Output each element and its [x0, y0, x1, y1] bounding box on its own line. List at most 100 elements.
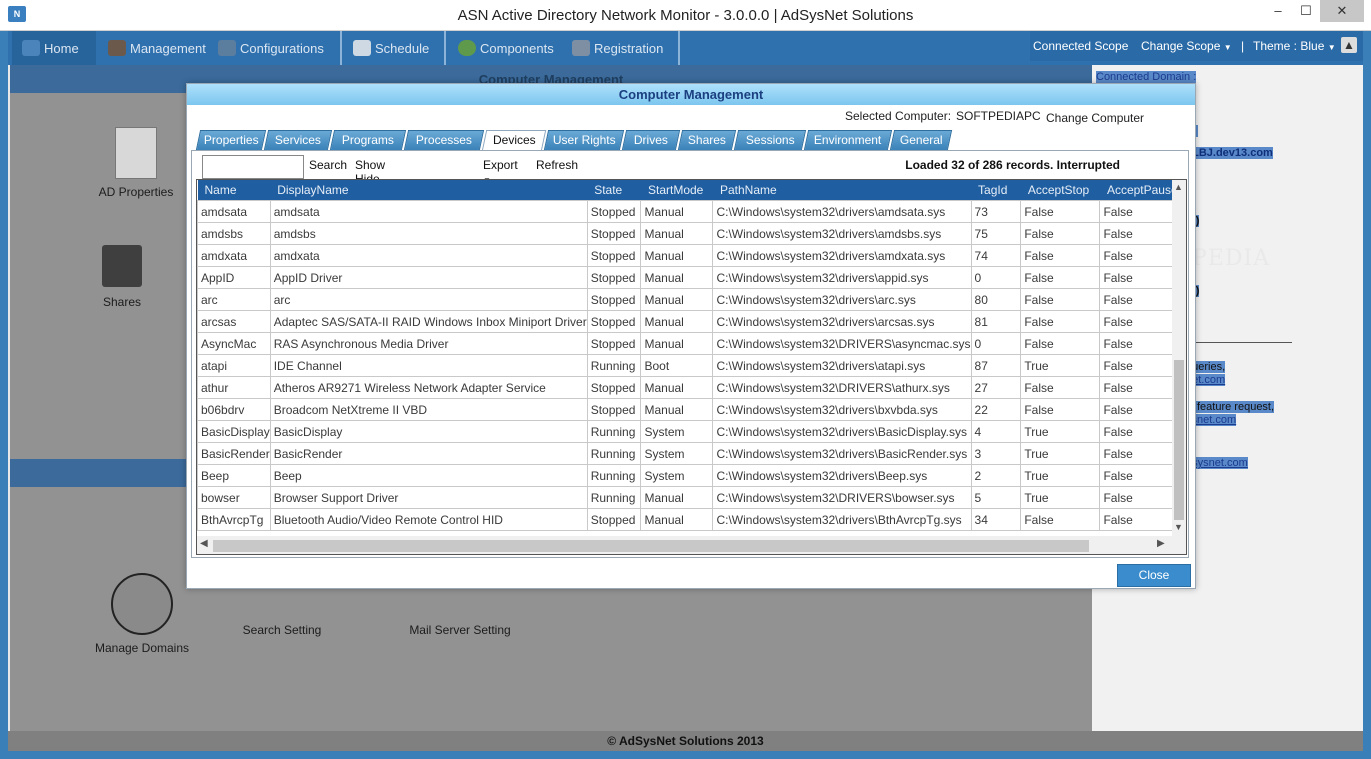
table-cell: False: [1020, 222, 1101, 245]
table-cell: System: [640, 464, 714, 487]
tab-shares[interactable]: Shares: [677, 130, 737, 150]
table-cell: BasicDisplay: [197, 420, 271, 443]
close-button[interactable]: Close: [1117, 564, 1191, 587]
table-cell: Running: [586, 354, 642, 377]
table-row[interactable]: arcsas Adaptec SAS/SATA-II RAID Windows I…: [197, 310, 1186, 333]
nav-separator: [444, 31, 446, 65]
shares-tile[interactable]: Shares: [82, 245, 162, 309]
table-cell: athur: [197, 376, 271, 399]
change-scope-dropdown[interactable]: Change Scope ▼: [1141, 31, 1232, 61]
scroll-right-icon[interactable]: ▶: [1157, 538, 1165, 549]
column-header[interactable]: DisplayName: [270, 180, 588, 201]
table-cell: C:\Windows\system32\drivers\amdsata.sys: [712, 200, 972, 223]
nav-registration-label: Registration: [594, 41, 664, 56]
table-cell: 81: [970, 310, 1022, 333]
vertical-scroll-thumb[interactable]: [1174, 360, 1184, 520]
vertical-scrollbar[interactable]: ▲ ▼: [1172, 180, 1186, 536]
title-bar: N ASN Active Directory Network Monitor -…: [0, 0, 1371, 31]
table-row[interactable]: b06bdrv Broadcom NetXtreme II VBD Stopped M…: [197, 398, 1186, 421]
table-cell: 75: [970, 222, 1022, 245]
scroll-up-icon[interactable]: ▲: [1341, 37, 1357, 53]
search-setting-tile[interactable]: Search Setting: [232, 623, 332, 637]
nav-management[interactable]: Management: [98, 31, 214, 65]
table-row[interactable]: Beep Beep Running System C:\Windows\system32…: [197, 464, 1186, 487]
table-row[interactable]: athur Atheros AR9271 Wireless Network Ada…: [197, 376, 1186, 399]
tab-sessions[interactable]: Sessions: [733, 130, 807, 150]
ad-properties-tile[interactable]: AD Properties: [88, 127, 184, 199]
column-header[interactable]: StartMode: [640, 180, 713, 201]
column-header[interactable]: PathName: [712, 180, 972, 201]
manage-domains-tile[interactable]: Manage Domains: [88, 573, 196, 655]
domain-name: 8LBJ.dev13.com: [1186, 147, 1273, 159]
table-cell: RAS Asynchronous Media Driver: [269, 332, 588, 355]
table-row[interactable]: amdsata amdsata Stopped Manual C:\Windows\sy…: [197, 200, 1186, 223]
nav-components[interactable]: Components: [448, 31, 560, 65]
tab-devices[interactable]: Devices: [481, 130, 547, 151]
search-button[interactable]: Search: [309, 158, 347, 172]
table-row[interactable]: amdxata amdxata Stopped Manual C:\Windows\sy…: [197, 244, 1186, 267]
table-row[interactable]: AppID AppID Driver Stopped Manual C:\Windows…: [197, 266, 1186, 289]
maximize-button[interactable]: ☐: [1292, 0, 1320, 22]
scroll-left-icon[interactable]: ◀: [200, 538, 208, 549]
table-cell: C:\Windows\system32\drivers\amdsbs.sys: [712, 222, 972, 245]
table-cell: 4: [970, 420, 1022, 443]
table-row[interactable]: BthAvrcpTg Bluetooth Audio/Video Remote C…: [197, 508, 1186, 531]
table-cell: False: [1020, 244, 1101, 267]
tab-processes[interactable]: Processes: [403, 130, 485, 150]
table-cell: amdxata: [269, 244, 588, 267]
column-header[interactable]: Name: [197, 180, 271, 201]
nav-management-label: Management: [130, 41, 206, 56]
table-row[interactable]: AsyncMac RAS Asynchronous Media Driver Sto…: [197, 332, 1186, 355]
grid-body: amdsata amdsata Stopped Manual C:\Windows\sy…: [197, 200, 1186, 531]
main-navbar: Home Management Configurations Schedule …: [8, 31, 1363, 65]
window-close-button[interactable]: ✕: [1320, 0, 1364, 22]
table-cell: Beep: [197, 464, 271, 487]
minimize-button[interactable]: –: [1264, 0, 1292, 22]
tab-programs[interactable]: Programs: [329, 130, 407, 150]
nav-configurations[interactable]: Configurations: [208, 31, 338, 65]
horizontal-scrollbar[interactable]: ◀ ▶: [197, 536, 1186, 554]
table-row[interactable]: bowser Browser Support Driver Running Manua…: [197, 486, 1186, 509]
table-cell: C:\Windows\system32\drivers\amdxata.sys: [712, 244, 972, 267]
table-cell: C:\Windows\system32\drivers\bxvbda.sys: [712, 398, 972, 421]
tab-properties[interactable]: Properties: [195, 130, 267, 150]
refresh-button[interactable]: Refresh: [536, 158, 578, 172]
nav-schedule[interactable]: Schedule: [343, 31, 443, 65]
table-cell: C:\Windows\system32\drivers\atapi.sys: [712, 354, 972, 377]
table-cell: Running: [586, 464, 642, 487]
tab-services[interactable]: Services: [263, 130, 333, 150]
scroll-up-icon[interactable]: ▲: [1174, 182, 1183, 192]
nav-components-label: Components: [480, 41, 554, 56]
theme-dropdown[interactable]: Theme : Blue ▼: [1253, 31, 1336, 61]
table-row[interactable]: amdsbs amdsbs Stopped Manual C:\Windows\syst…: [197, 222, 1186, 245]
scroll-down-icon[interactable]: ▼: [1174, 522, 1183, 532]
header-row: Name DisplayName State StartMode PathNam…: [197, 180, 1186, 201]
table-cell: Manual: [640, 332, 714, 355]
table-row[interactable]: arc arc Stopped Manual C:\Windows\system32\d…: [197, 288, 1186, 311]
table-row[interactable]: atapi IDE Channel Running Boot C:\Windows\sy…: [197, 354, 1186, 377]
tab-drives[interactable]: Drives: [621, 130, 681, 150]
calendar-icon: [353, 40, 371, 56]
nav-registration[interactable]: Registration: [562, 31, 678, 65]
mail-server-setting-tile[interactable]: Mail Server Setting: [400, 623, 520, 637]
window-title: ASN Active Directory Network Monitor - 3…: [457, 7, 914, 24]
table-row[interactable]: BasicRender BasicRender Running System C:\Wi…: [197, 442, 1186, 465]
tab-environment[interactable]: Environment: [803, 130, 893, 150]
search-input[interactable]: [202, 155, 304, 179]
table-cell: Manual: [640, 398, 714, 421]
horizontal-scroll-thumb[interactable]: [213, 540, 1089, 552]
change-computer-link[interactable]: Change Computer: [1046, 111, 1144, 125]
column-header[interactable]: AcceptStop: [1020, 180, 1100, 201]
connected-scope-link[interactable]: Connected Scope: [1033, 31, 1128, 61]
tab-user-rights[interactable]: User Rights: [543, 130, 625, 150]
table-cell: Boot: [640, 354, 714, 377]
table-cell: 2: [970, 464, 1022, 487]
nav-home[interactable]: Home: [12, 31, 96, 65]
table-row[interactable]: BasicDisplay BasicDisplay Running System C:\…: [197, 420, 1186, 443]
column-header[interactable]: State: [587, 180, 641, 201]
column-header[interactable]: TagId: [971, 180, 1021, 201]
selected-computer-label: Selected Computer:: [845, 109, 952, 123]
table-cell: Manual: [640, 310, 714, 333]
tab-general[interactable]: General: [889, 130, 953, 150]
mail-server-setting-label: Mail Server Setting: [409, 623, 511, 637]
